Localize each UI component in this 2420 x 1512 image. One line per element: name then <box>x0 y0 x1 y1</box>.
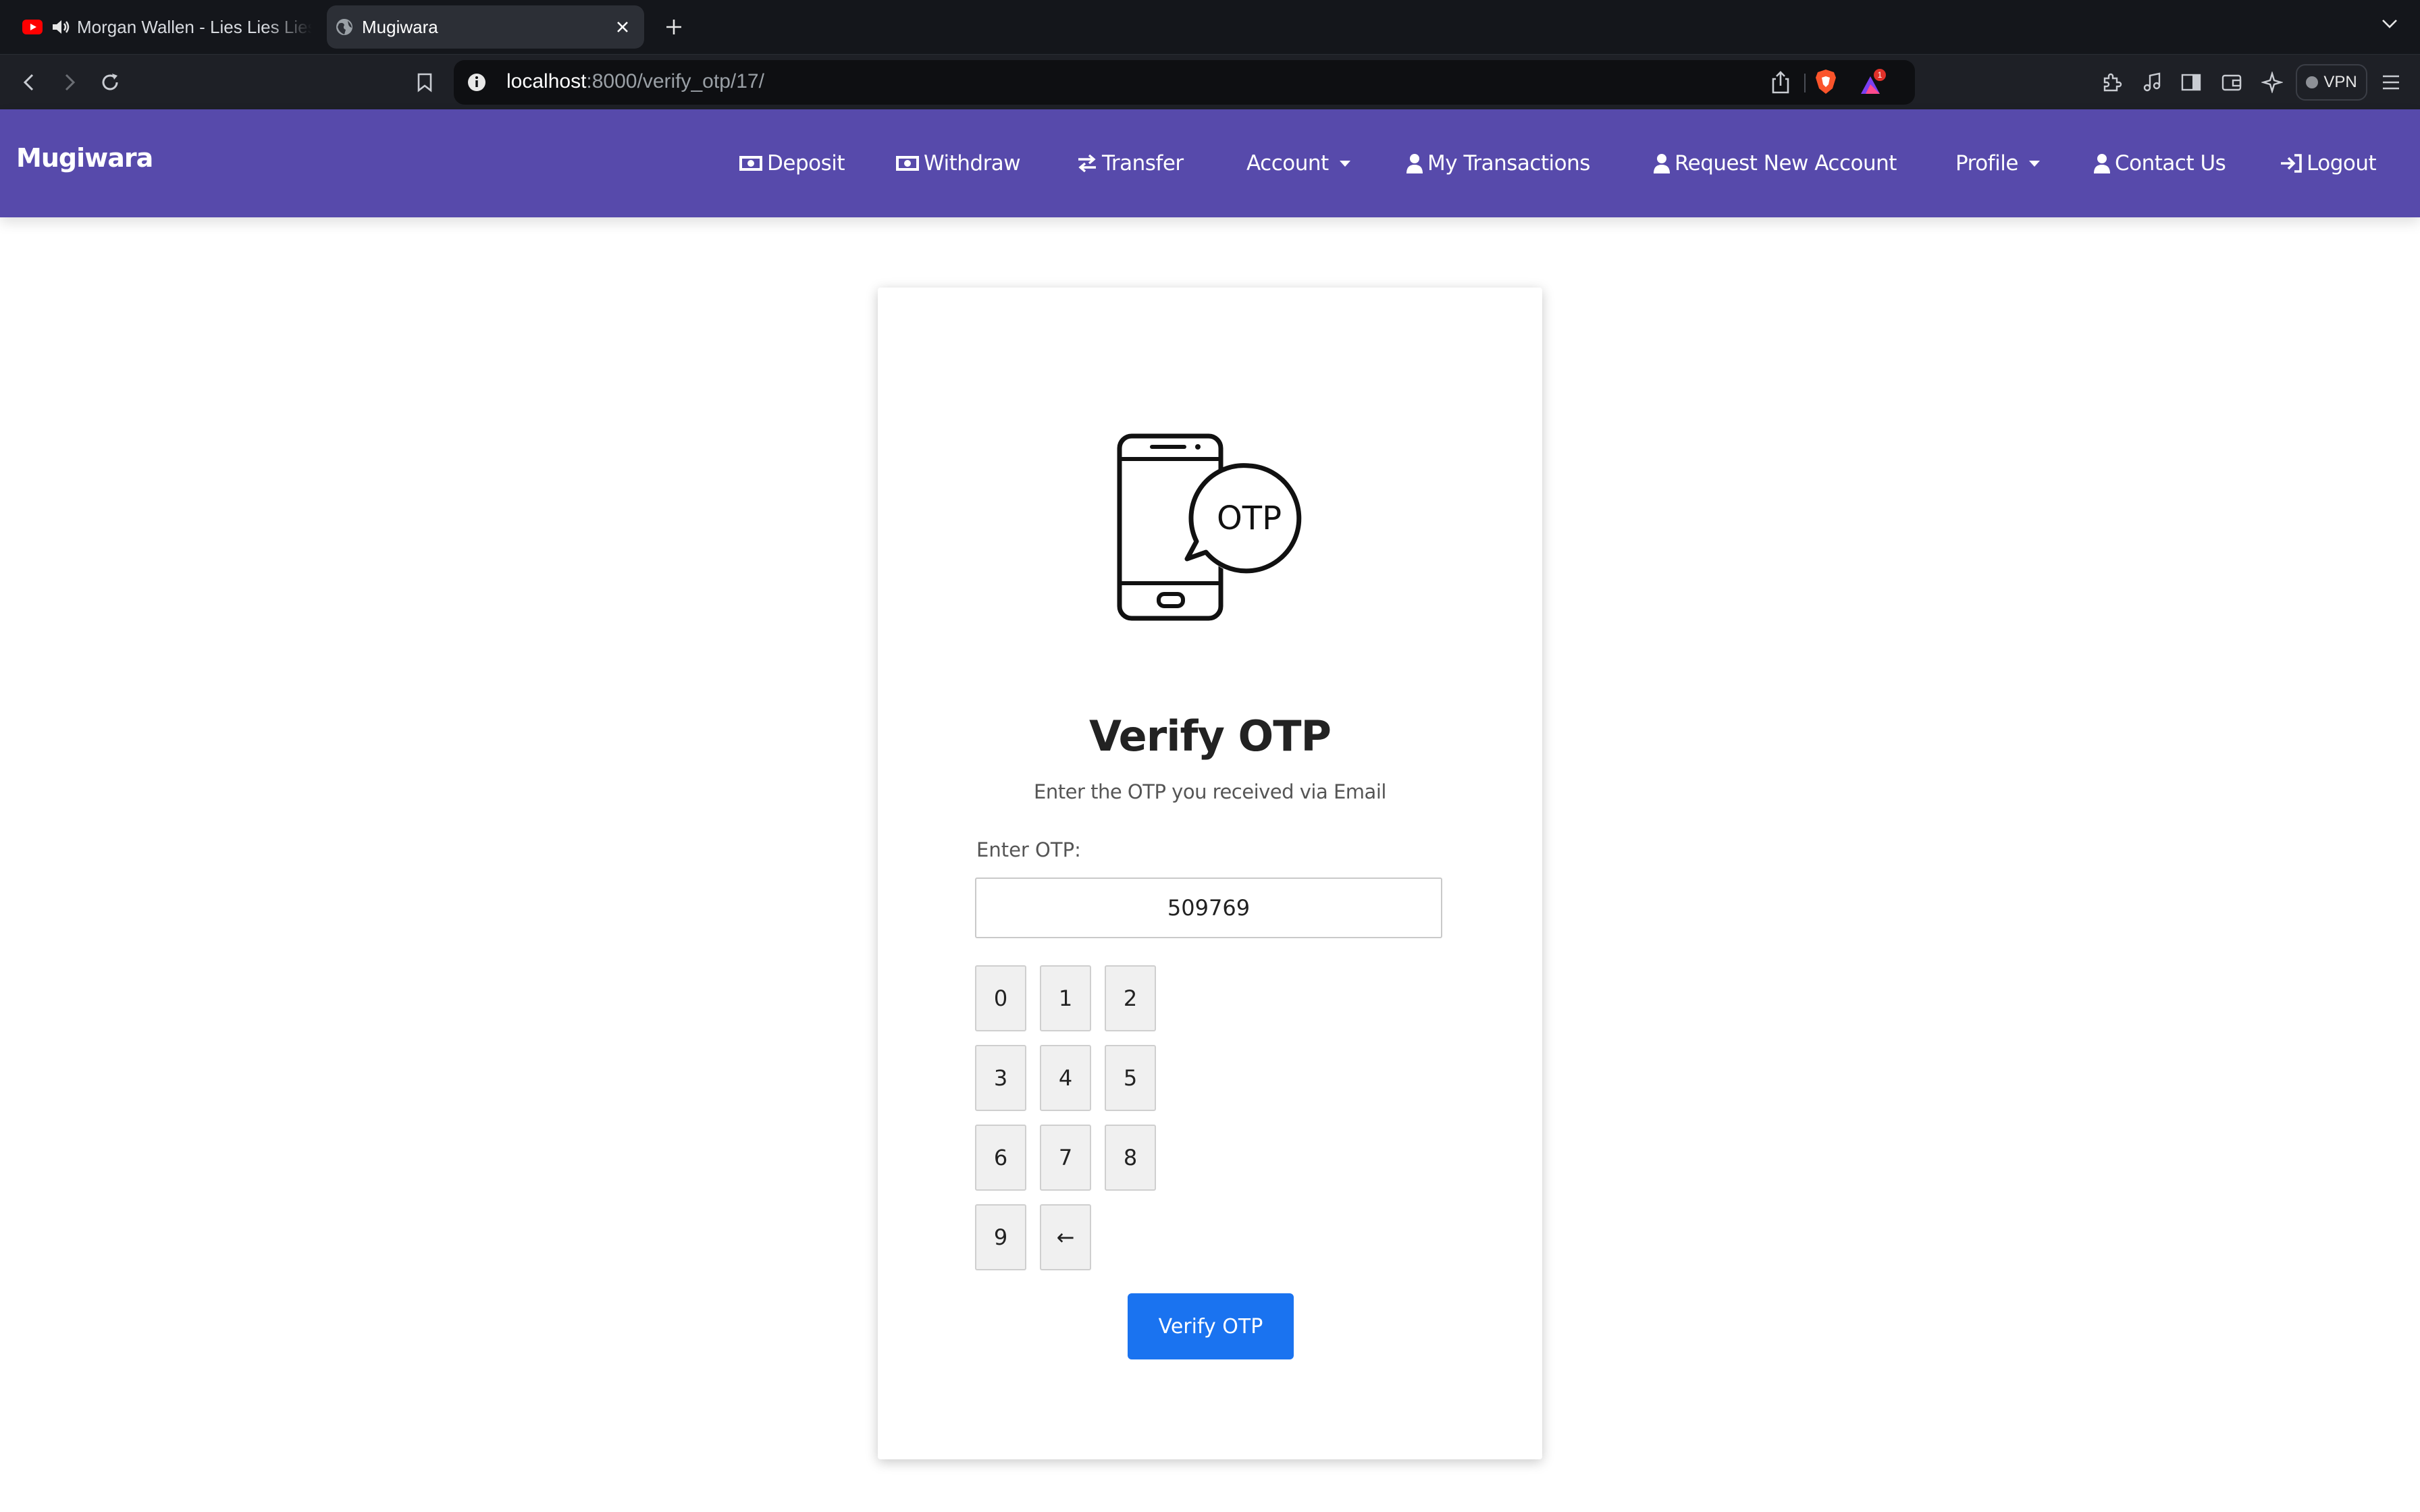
page-subtitle: Enter the OTP you received via Email <box>1034 780 1386 803</box>
verify-otp-card: OTP Verify OTP Enter the OTP you receive… <box>878 288 1542 1459</box>
tab-title: Morgan Wallen - Lies Lies Lies <box>77 16 312 37</box>
share-icon[interactable] <box>1769 70 1795 95</box>
sidebar-toggle-icon[interactable] <box>2176 67 2207 98</box>
keypad-key-6[interactable]: 6 <box>975 1125 1026 1191</box>
youtube-icon <box>22 16 43 38</box>
site-info-icon[interactable] <box>466 72 488 93</box>
rewards-badge: 1 <box>1878 70 1883 80</box>
money-bill-icon <box>896 156 919 171</box>
page-title: Verify OTP <box>1089 711 1332 761</box>
wallet-icon[interactable] <box>2216 67 2247 98</box>
caret-down-icon <box>1339 160 1350 167</box>
music-note-icon[interactable] <box>2136 67 2167 98</box>
leo-ai-icon[interactable] <box>2257 67 2288 98</box>
keypad-key-0[interactable]: 0 <box>975 965 1026 1031</box>
keypad-key-9[interactable]: 9 <box>975 1204 1026 1270</box>
nav-withdraw[interactable]: Withdraw <box>895 146 1021 181</box>
bookmark-icon[interactable] <box>409 67 440 98</box>
keypad-key-1[interactable]: 1 <box>1040 965 1091 1031</box>
tab-title: Mugiwara <box>362 16 438 37</box>
sign-out-icon <box>2281 154 2302 173</box>
globe-icon <box>334 16 355 38</box>
illustration-otp-text: OTP <box>1217 500 1282 537</box>
brave-rewards-icon[interactable]: 1 <box>1857 68 1888 98</box>
keypad-backspace-button[interactable]: ← <box>1040 1204 1091 1270</box>
user-icon <box>2094 154 2110 173</box>
nav-label: Account <box>1246 151 1329 176</box>
browser-tab-bar: Morgan Wallen - Lies Lies Lies Mugiwara <box>0 0 2420 54</box>
nav-contact-us[interactable]: Contact Us <box>2093 146 2226 181</box>
nav-my-transactions[interactable]: My Transactions <box>1406 146 1590 181</box>
url-host: localhost <box>506 70 587 92</box>
otp-field-label: Enter OTP: <box>976 838 1081 861</box>
user-icon <box>1654 154 1670 173</box>
nav-label: Logout <box>2307 151 2377 176</box>
speaker-icon[interactable] <box>50 16 72 38</box>
new-tab-button[interactable] <box>659 12 689 42</box>
nav-request-new-account[interactable]: Request New Account <box>1653 146 1897 181</box>
keypad-key-5[interactable]: 5 <box>1105 1045 1156 1111</box>
keypad-key-8[interactable]: 8 <box>1105 1125 1156 1191</box>
url-path: :8000/verify_otp/17/ <box>586 70 764 92</box>
otp-input[interactable] <box>975 878 1442 938</box>
nav-label: Transfer <box>1102 151 1184 176</box>
brand-logo[interactable]: Mugiwara <box>16 143 153 173</box>
nav-label: Profile <box>1955 151 2018 176</box>
keypad-key-2[interactable]: 2 <box>1105 965 1156 1031</box>
close-tab-icon[interactable] <box>609 14 636 40</box>
menu-icon[interactable] <box>2375 67 2406 98</box>
keypad-key-3[interactable]: 3 <box>975 1045 1026 1111</box>
nav-logout[interactable]: Logout <box>2280 146 2377 181</box>
user-icon <box>1406 154 1423 173</box>
tab-list-chevron-icon[interactable] <box>2379 14 2406 40</box>
keypad-key-7[interactable]: 7 <box>1040 1125 1091 1191</box>
caret-down-icon <box>2028 160 2040 167</box>
nav-transfer[interactable]: Transfer <box>1076 146 1184 181</box>
verify-otp-button[interactable]: Verify OTP <box>1128 1293 1294 1359</box>
brave-shields-icon[interactable] <box>1814 68 1841 97</box>
nav-label: Contact Us <box>2115 151 2226 176</box>
nav-label: My Transactions <box>1427 151 1590 176</box>
extensions-icon[interactable] <box>2096 67 2127 98</box>
vpn-button[interactable]: VPN <box>2296 64 2367 101</box>
browser-tab-youtube[interactable]: Morgan Wallen - Lies Lies Lies <box>15 5 312 49</box>
nav-account-dropdown[interactable]: Account <box>1246 146 1350 181</box>
keypad-key-4[interactable]: 4 <box>1040 1045 1091 1111</box>
browser-toolbar: localhost:8000/verify_otp/17/ 1 VPN <box>0 54 2420 109</box>
nav-label: Deposit <box>767 151 845 176</box>
nav-label: Withdraw <box>924 151 1021 176</box>
url-text: localhost:8000/verify_otp/17/ <box>506 70 764 93</box>
exchange-arrows-icon <box>1078 154 1096 173</box>
forward-icon[interactable] <box>54 67 85 98</box>
money-bill-icon <box>739 156 762 171</box>
address-bar[interactable]: localhost:8000/verify_otp/17/ 1 <box>454 60 1915 105</box>
address-separator <box>1804 74 1806 92</box>
vpn-label: VPN <box>2323 73 2357 91</box>
reload-icon[interactable] <box>95 67 126 98</box>
site-navbar: Mugiwara Deposit Withdraw Transfer Accou… <box>0 109 2420 217</box>
back-icon[interactable] <box>14 67 45 98</box>
nav-label: Request New Account <box>1675 151 1897 176</box>
browser-tab-mugiwara[interactable]: Mugiwara <box>327 5 644 49</box>
phone-otp-icon: OTP <box>1117 433 1306 621</box>
vpn-status-icon <box>2306 76 2319 88</box>
nav-deposit[interactable]: Deposit <box>739 146 845 181</box>
nav-profile-dropdown[interactable]: Profile <box>1955 146 2040 181</box>
